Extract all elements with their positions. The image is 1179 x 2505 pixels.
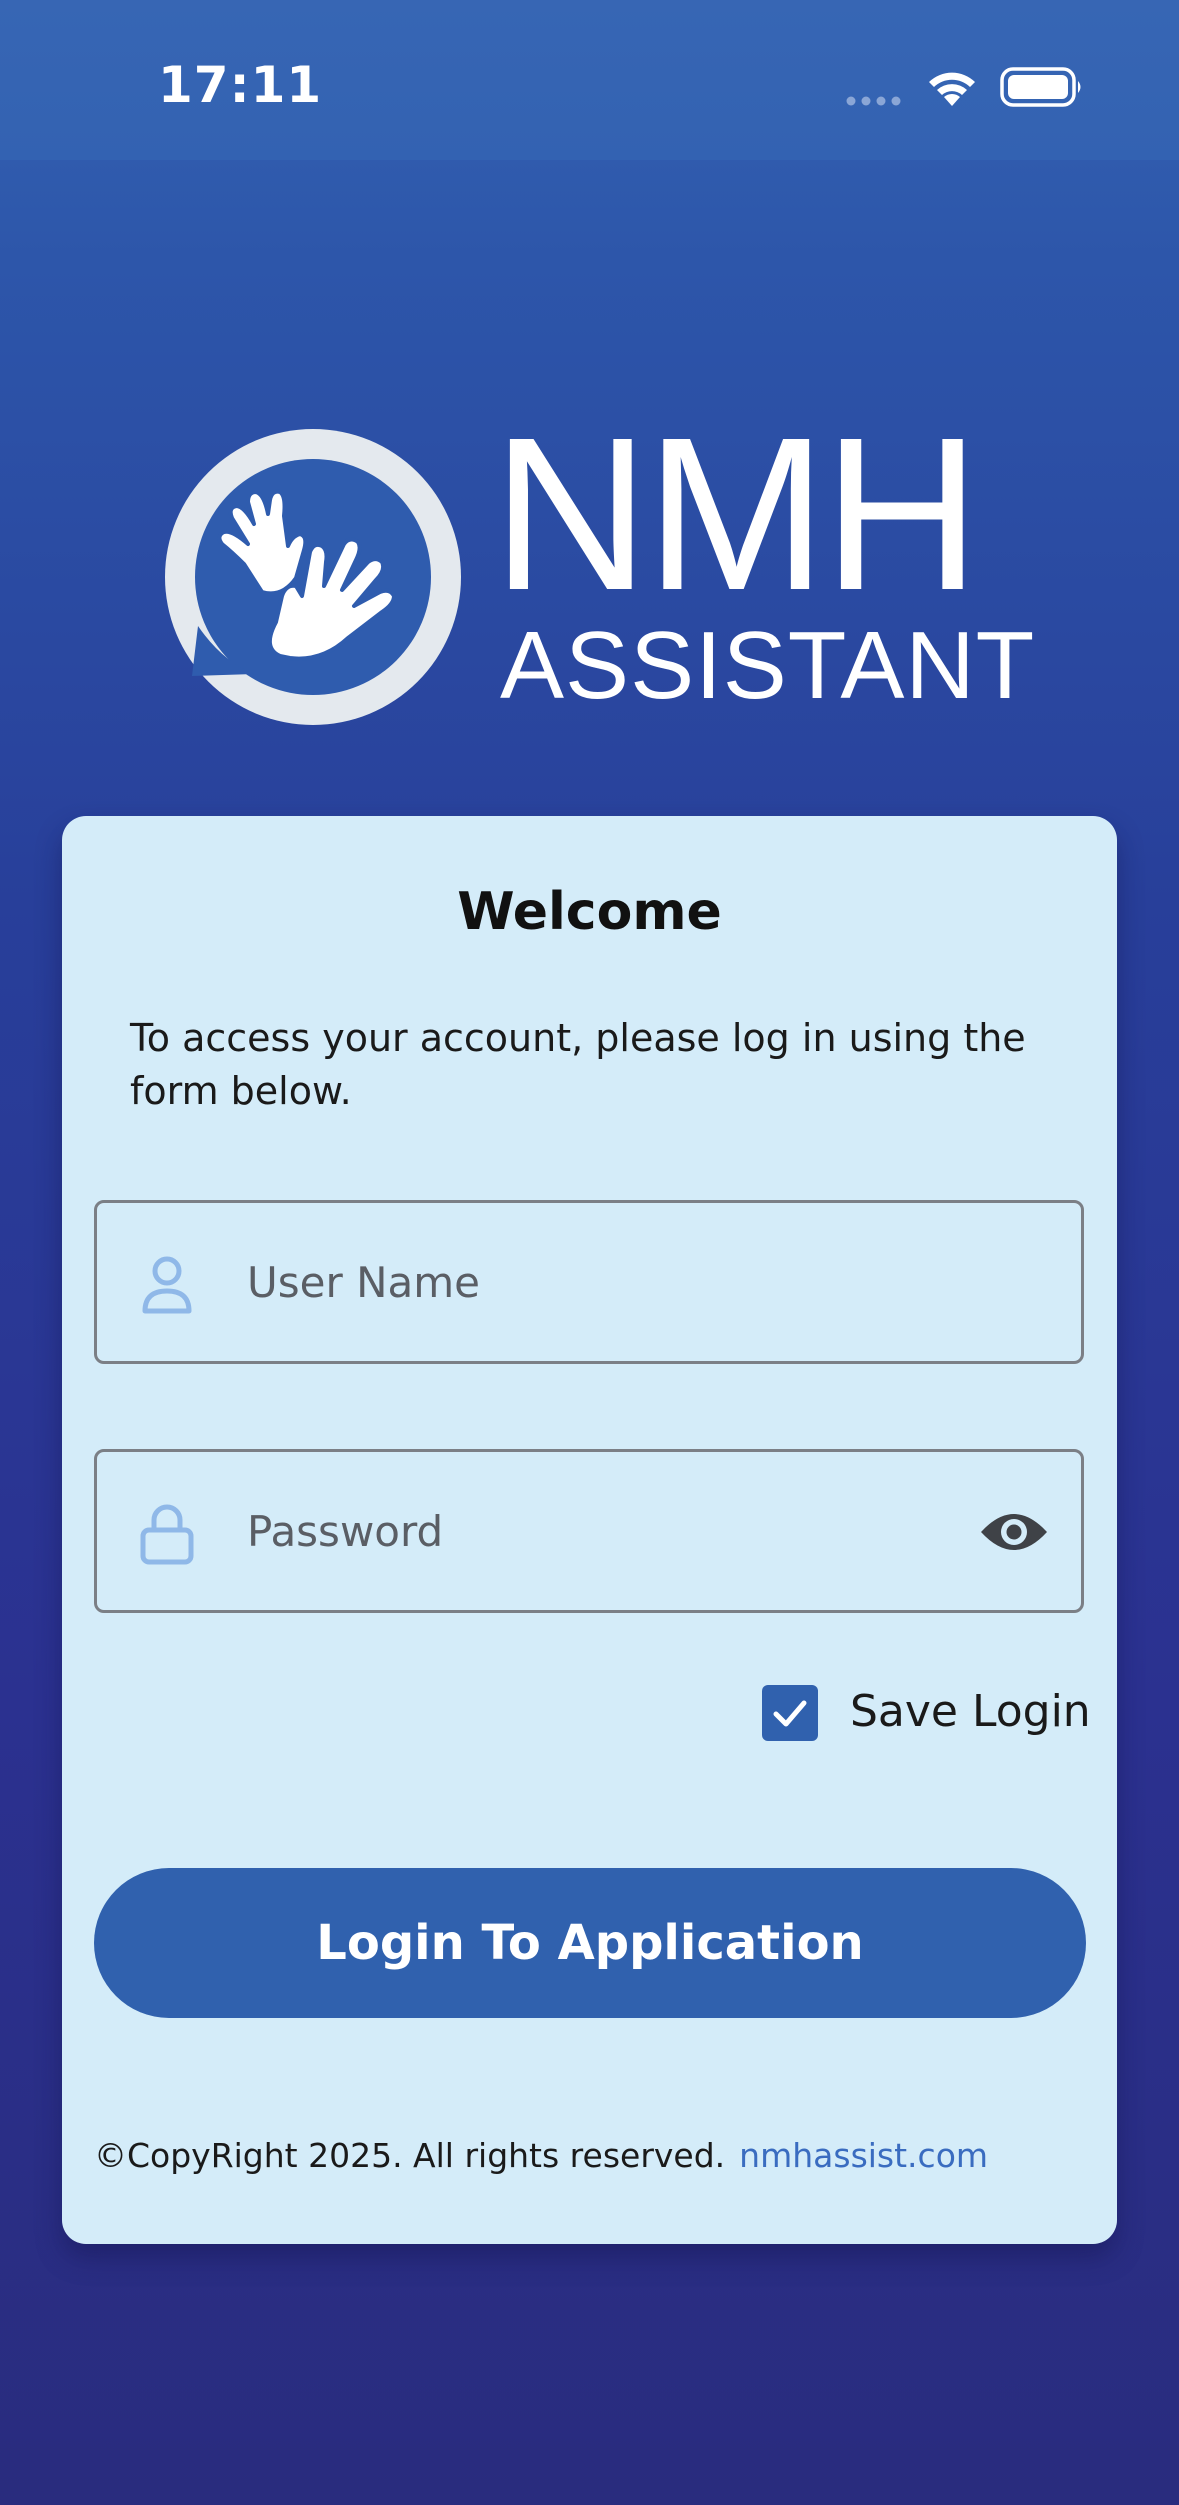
login-screen: 17:11 NMH ASSISTANT Welcome To access yo… xyxy=(0,0,1179,2505)
footer: ©CopyRight 2025. All rights reserved. nmh… xyxy=(94,2136,1094,2175)
show-password-eye-icon[interactable] xyxy=(979,1504,1049,1560)
logo-subtitle: ASSISTANT xyxy=(500,612,1036,719)
checkmark-icon xyxy=(773,1700,807,1727)
username-input[interactable] xyxy=(247,1203,947,1361)
cellular-signal-icon xyxy=(846,96,901,106)
status-time: 17:11 xyxy=(158,56,323,114)
save-login-toggle[interactable]: Save Login xyxy=(762,1682,1092,1746)
app-logo: NMH ASSISTANT xyxy=(162,406,1034,740)
username-field[interactable] xyxy=(94,1200,1084,1364)
wifi-icon xyxy=(929,72,975,106)
status-bar: 17:11 xyxy=(0,0,1179,160)
save-login-label: Save Login xyxy=(850,1686,1091,1737)
lock-icon xyxy=(140,1504,194,1565)
user-icon xyxy=(142,1256,192,1314)
welcome-heading: Welcome xyxy=(457,882,722,942)
password-input[interactable] xyxy=(247,1452,947,1610)
intro-text: To access your account, please log in us… xyxy=(130,1016,1026,1113)
login-card: Welcome To access your account, please l… xyxy=(62,816,1117,2244)
sign-language-hands-icon xyxy=(165,429,461,725)
website-link[interactable]: nmhassist.com xyxy=(739,2136,988,2175)
logo-title: NMH xyxy=(492,393,980,636)
save-login-checkbox[interactable] xyxy=(762,1685,818,1741)
battery-icon xyxy=(1000,67,1081,107)
password-field[interactable] xyxy=(94,1449,1084,1613)
login-button[interactable]: Login To Application xyxy=(94,1868,1086,2018)
copyright-text: ©CopyRight 2025. All rights reserved. xyxy=(94,2136,726,2175)
